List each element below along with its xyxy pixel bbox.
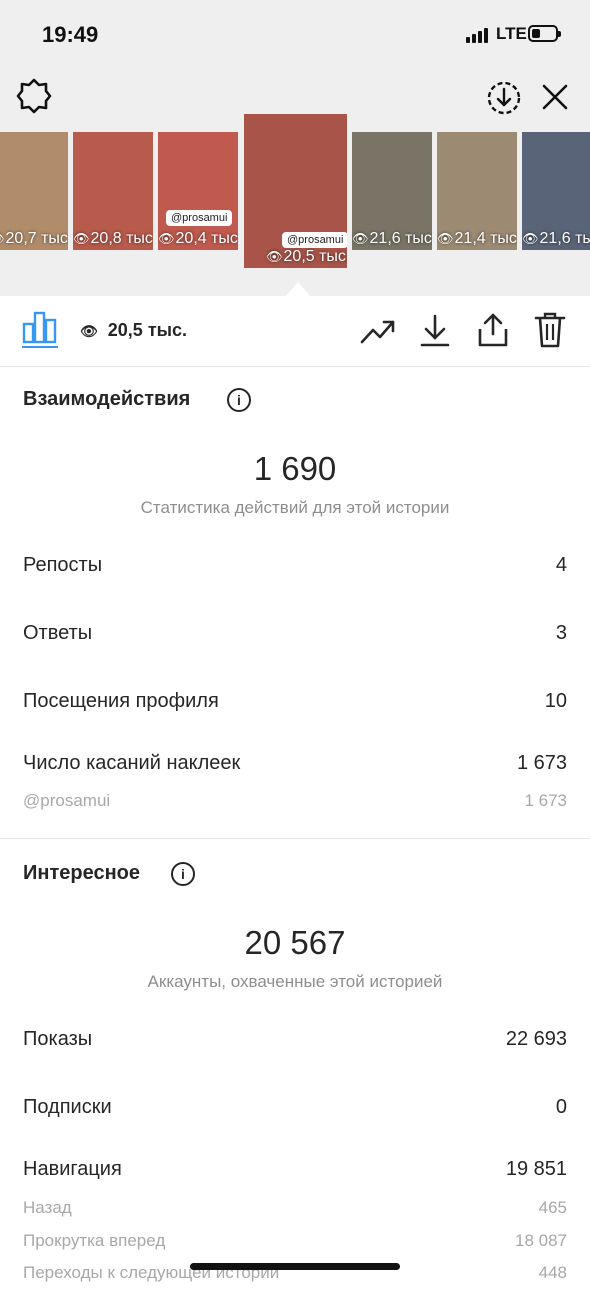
- section-divider: [0, 838, 590, 839]
- save-button[interactable]: [420, 314, 450, 353]
- promote-button[interactable]: [360, 316, 396, 351]
- eye-icon: 👁: [352, 231, 369, 246]
- selection-pointer: [286, 282, 310, 296]
- download-all-button[interactable]: [486, 80, 522, 121]
- close-button[interactable]: [540, 82, 570, 117]
- story-thumbnail[interactable]: @prosamui 👁20,4 тыс.: [158, 132, 238, 250]
- interactions-title: Взаимодействия: [23, 388, 191, 410]
- eye-icon: 👁: [80, 323, 98, 339]
- download-icon: [420, 314, 450, 347]
- stat-row: Показы 22 693: [23, 1028, 567, 1050]
- interactions-caption: Статистика действий для этой истории: [140, 498, 450, 517]
- story-thumbnail[interactable]: 👁21,6 тыс.: [522, 132, 590, 250]
- mention-sticker: @prosamui: [282, 232, 347, 248]
- signal-icon: [466, 28, 490, 43]
- stat-row: Навигация 19 851: [23, 1158, 567, 1180]
- stat-subrow: @prosamui 1 673: [23, 791, 567, 810]
- story-thumbnail[interactable]: 👁20,7 тыс.: [0, 132, 68, 250]
- close-icon: [542, 84, 568, 110]
- stat-subrow: Назад 465: [23, 1198, 567, 1217]
- gear-icon: [16, 78, 52, 114]
- story-thumbnail-selected[interactable]: @prosamui 👁20,5 тыс.: [244, 114, 347, 268]
- eye-icon: 👁: [266, 249, 283, 264]
- tab-insights[interactable]: [22, 310, 58, 349]
- share-icon: [478, 313, 508, 347]
- info-icon[interactable]: i: [171, 862, 195, 886]
- status-time: 19:49: [42, 22, 99, 47]
- mention-sticker: @prosamui: [166, 210, 233, 226]
- discovery-caption: Аккаунты, охваченные этой историей: [147, 972, 443, 991]
- story-carousel-header: 19:49 LTE 👁20,7 тыс. 👁20,8 тыс. @prosamu…: [0, 0, 590, 296]
- eye-icon: 👁: [0, 231, 5, 246]
- home-indicator[interactable]: [190, 1263, 400, 1270]
- share-button[interactable]: [477, 312, 509, 353]
- eye-icon: 👁: [437, 231, 454, 246]
- discovery-total: 20 567: [244, 924, 346, 961]
- interactions-total: 1 690: [253, 450, 337, 487]
- stat-row: Число касаний наклеек 1 673: [23, 752, 567, 774]
- story-toolbar: 👁 20,5 тыс.: [0, 296, 590, 367]
- stat-row: Репосты 4: [23, 554, 567, 576]
- network-label: LTE: [496, 24, 527, 43]
- stat-row: Подписки 0: [23, 1096, 567, 1118]
- discovery-title: Интересное: [23, 862, 140, 884]
- eye-icon: 👁: [158, 231, 175, 246]
- delete-button[interactable]: [534, 312, 566, 353]
- info-icon[interactable]: i: [227, 388, 251, 412]
- stat-row: Ответы 3: [23, 622, 567, 644]
- story-thumbnail[interactable]: 👁20,8 тыс.: [73, 132, 153, 250]
- settings-button[interactable]: [16, 78, 52, 119]
- eye-icon: 👁: [522, 231, 539, 246]
- viewers-button[interactable]: 👁 20,5 тыс.: [80, 320, 187, 341]
- trash-icon: [534, 312, 566, 348]
- active-tab-indicator: [22, 346, 58, 348]
- eye-icon: 👁: [73, 231, 90, 246]
- trending-up-icon: [360, 320, 395, 344]
- story-thumbnail[interactable]: 👁21,6 тыс.: [352, 132, 432, 250]
- download-circle-icon: [487, 81, 521, 115]
- stat-subrow: Прокрутка вперед 18 087: [23, 1231, 567, 1250]
- stat-row: Посещения профиля 10: [23, 690, 567, 712]
- bar-chart-icon: [22, 311, 57, 344]
- story-thumbnail[interactable]: 👁21,4 тыс.: [437, 132, 517, 250]
- battery-icon: [528, 25, 561, 42]
